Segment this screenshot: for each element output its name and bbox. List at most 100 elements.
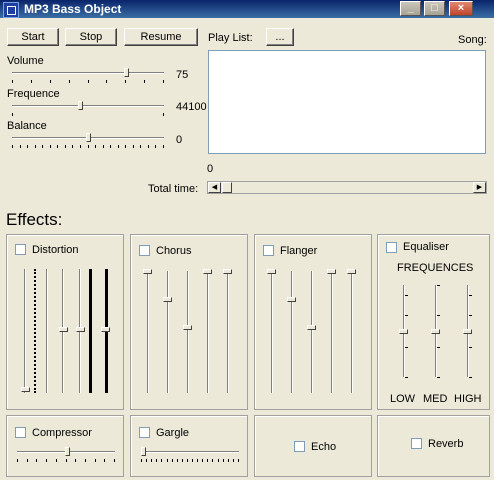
slider-tick — [57, 145, 58, 148]
slider-tick — [65, 145, 66, 148]
gargle-checkbox[interactable] — [139, 427, 150, 438]
slider-tick — [177, 459, 178, 462]
time-scrollbar[interactable]: ◀ ▶ — [207, 181, 487, 194]
slider-tick — [192, 459, 193, 462]
slider-tick — [187, 459, 188, 462]
slider-tick — [146, 459, 147, 462]
gargle-label: Gargle — [156, 427, 190, 439]
slider-tick — [228, 459, 229, 462]
flanger-panel: Flanger — [254, 234, 372, 410]
reverb-checkbox[interactable] — [411, 438, 422, 449]
frequence-label: Frequence — [7, 88, 60, 100]
slider-tick — [50, 80, 51, 83]
chorus-panel: Chorus — [130, 234, 248, 410]
slider-tick — [238, 459, 239, 462]
scroll-right-icon[interactable]: ▶ — [473, 182, 486, 193]
scroll-left-icon[interactable]: ◀ — [208, 182, 221, 193]
slider-tick — [95, 145, 96, 148]
frequence-slider[interactable] — [8, 101, 168, 117]
slider-tick — [46, 459, 47, 462]
effects-heading: Effects: — [6, 210, 63, 229]
title-bar[interactable]: MP3 Bass Object _ □ × — [0, 0, 494, 18]
distortion-label: Distortion — [32, 244, 79, 256]
slider-tick — [72, 145, 73, 148]
equaliser-checkbox[interactable] — [386, 242, 397, 253]
distortion-checkbox[interactable] — [15, 244, 26, 255]
slider-tick — [161, 459, 162, 462]
slider-tick — [50, 145, 51, 148]
compressor-checkbox[interactable] — [15, 427, 26, 438]
equaliser-panel: Equaliser FREQUENCES LOW MED HIGH — [377, 234, 490, 410]
slider-tick — [148, 145, 149, 148]
slider-tick — [42, 145, 43, 148]
balance-label: Balance — [7, 120, 47, 132]
volume-slider-thumb[interactable] — [124, 68, 129, 77]
flanger-checkbox[interactable] — [263, 245, 274, 256]
scroll-thumb[interactable] — [222, 182, 232, 193]
reverb-label: Reverb — [428, 438, 464, 450]
gargle-slider[interactable] — [139, 447, 241, 463]
slider-tick — [172, 459, 173, 462]
playlist-browse-button[interactable]: ... — [266, 28, 294, 46]
close-button[interactable]: × — [449, 1, 473, 16]
start-button[interactable]: Start — [7, 28, 59, 46]
playlist-box[interactable] — [208, 50, 486, 154]
slider-tick — [27, 459, 28, 462]
slider-tick — [141, 459, 142, 462]
slider-tick — [103, 145, 104, 148]
chorus-checkbox[interactable] — [139, 245, 150, 256]
time-position: 0 — [207, 163, 214, 175]
maximize-button[interactable]: □ — [424, 1, 445, 16]
slider-tick — [212, 459, 213, 462]
echo-checkbox[interactable] — [294, 441, 305, 452]
slider-tick — [202, 459, 203, 462]
volume-slider[interactable] — [8, 68, 168, 84]
slider-tick — [156, 459, 157, 462]
window-title: MP3 Bass Object — [24, 2, 122, 16]
slider-tick — [218, 459, 219, 462]
compressor-label: Compressor — [32, 427, 92, 439]
slider-tick — [17, 459, 18, 462]
equaliser-label: Equaliser — [403, 241, 449, 253]
flanger-sliders[interactable] — [267, 267, 359, 395]
equaliser-sliders[interactable] — [395, 283, 485, 379]
eq-band-low: LOW — [390, 393, 416, 405]
slider-tick — [163, 145, 164, 148]
chorus-sliders[interactable] — [143, 267, 235, 395]
resume-button[interactable]: Resume — [124, 28, 198, 46]
frequence-slider-thumb[interactable] — [78, 101, 83, 110]
slider-tick — [167, 459, 168, 462]
slider-tick — [66, 459, 67, 462]
compressor-slider[interactable] — [15, 447, 117, 463]
slider-tick — [151, 459, 152, 462]
slider-tick — [56, 459, 57, 462]
slider-tick — [80, 145, 81, 148]
slider-tick — [12, 80, 13, 83]
frequence-value: 44100 — [176, 101, 207, 113]
slider-tick — [233, 459, 234, 462]
balance-slider[interactable] — [8, 133, 168, 149]
song-label: Song: — [458, 34, 487, 46]
slider-tick — [35, 145, 36, 148]
slider-tick — [75, 459, 76, 462]
slider-tick — [88, 80, 89, 83]
echo-label: Echo — [311, 441, 337, 453]
slider-tick — [36, 459, 37, 462]
slider-tick — [31, 80, 32, 83]
slider-tick — [133, 145, 134, 148]
distortion-sliders[interactable] — [21, 267, 111, 395]
compressor-panel: Compressor — [6, 415, 124, 477]
balance-slider-thumb[interactable] — [86, 133, 91, 142]
slider-tick — [144, 80, 145, 83]
minimize-button[interactable]: _ — [400, 1, 421, 16]
playlist-label: Play List: — [208, 32, 253, 44]
slider-tick — [125, 145, 126, 148]
slider-tick — [182, 459, 183, 462]
stop-button[interactable]: Stop — [65, 28, 117, 46]
eq-band-med: MED — [423, 393, 448, 405]
slider-tick — [110, 145, 111, 148]
main-window: MP3 Bass Object _ □ × Start Stop Resume … — [0, 0, 494, 480]
slider-tick — [95, 459, 96, 462]
slider-tick — [207, 459, 208, 462]
reverb-panel: Reverb — [377, 415, 490, 477]
